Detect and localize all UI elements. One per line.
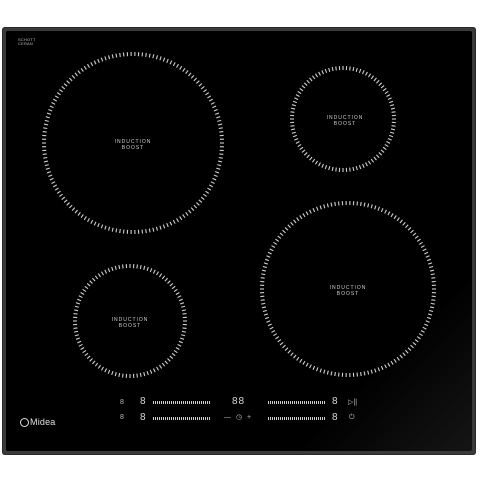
midea-logo-icon (20, 418, 29, 428)
pause-icon[interactable]: ▷|| (348, 399, 357, 406)
right-top-power-digit: 8 (332, 396, 338, 407)
timer-plus-button[interactable]: + (247, 414, 251, 421)
left-bottom-power-digit: 8 (140, 412, 146, 423)
right-top-power-slider[interactable] (268, 401, 326, 404)
left-top-power-digit: 8 (140, 396, 146, 407)
timer-icon[interactable]: ◷ (236, 414, 242, 421)
midea-logo: Midea (20, 417, 56, 428)
left-top-power-slider[interactable] (153, 401, 211, 404)
left-bottom-zone-marker[interactable]: 8 (120, 414, 124, 421)
power-icon[interactable]: ⏻ (349, 414, 355, 421)
left-top-zone-marker[interactable]: 8 (120, 399, 124, 406)
touch-control-panel: 8 8 8 8 88 — ◷ + 8 ▷|| 8 ⏻ (0, 0, 480, 480)
right-bottom-power-digit: 8 (332, 412, 338, 423)
timer-minus-button[interactable]: — (224, 414, 231, 421)
timer-display: 88 (232, 396, 246, 407)
left-bottom-power-slider[interactable] (153, 417, 211, 420)
midea-logo-text: Midea (30, 417, 56, 427)
right-bottom-power-slider[interactable] (268, 417, 326, 420)
